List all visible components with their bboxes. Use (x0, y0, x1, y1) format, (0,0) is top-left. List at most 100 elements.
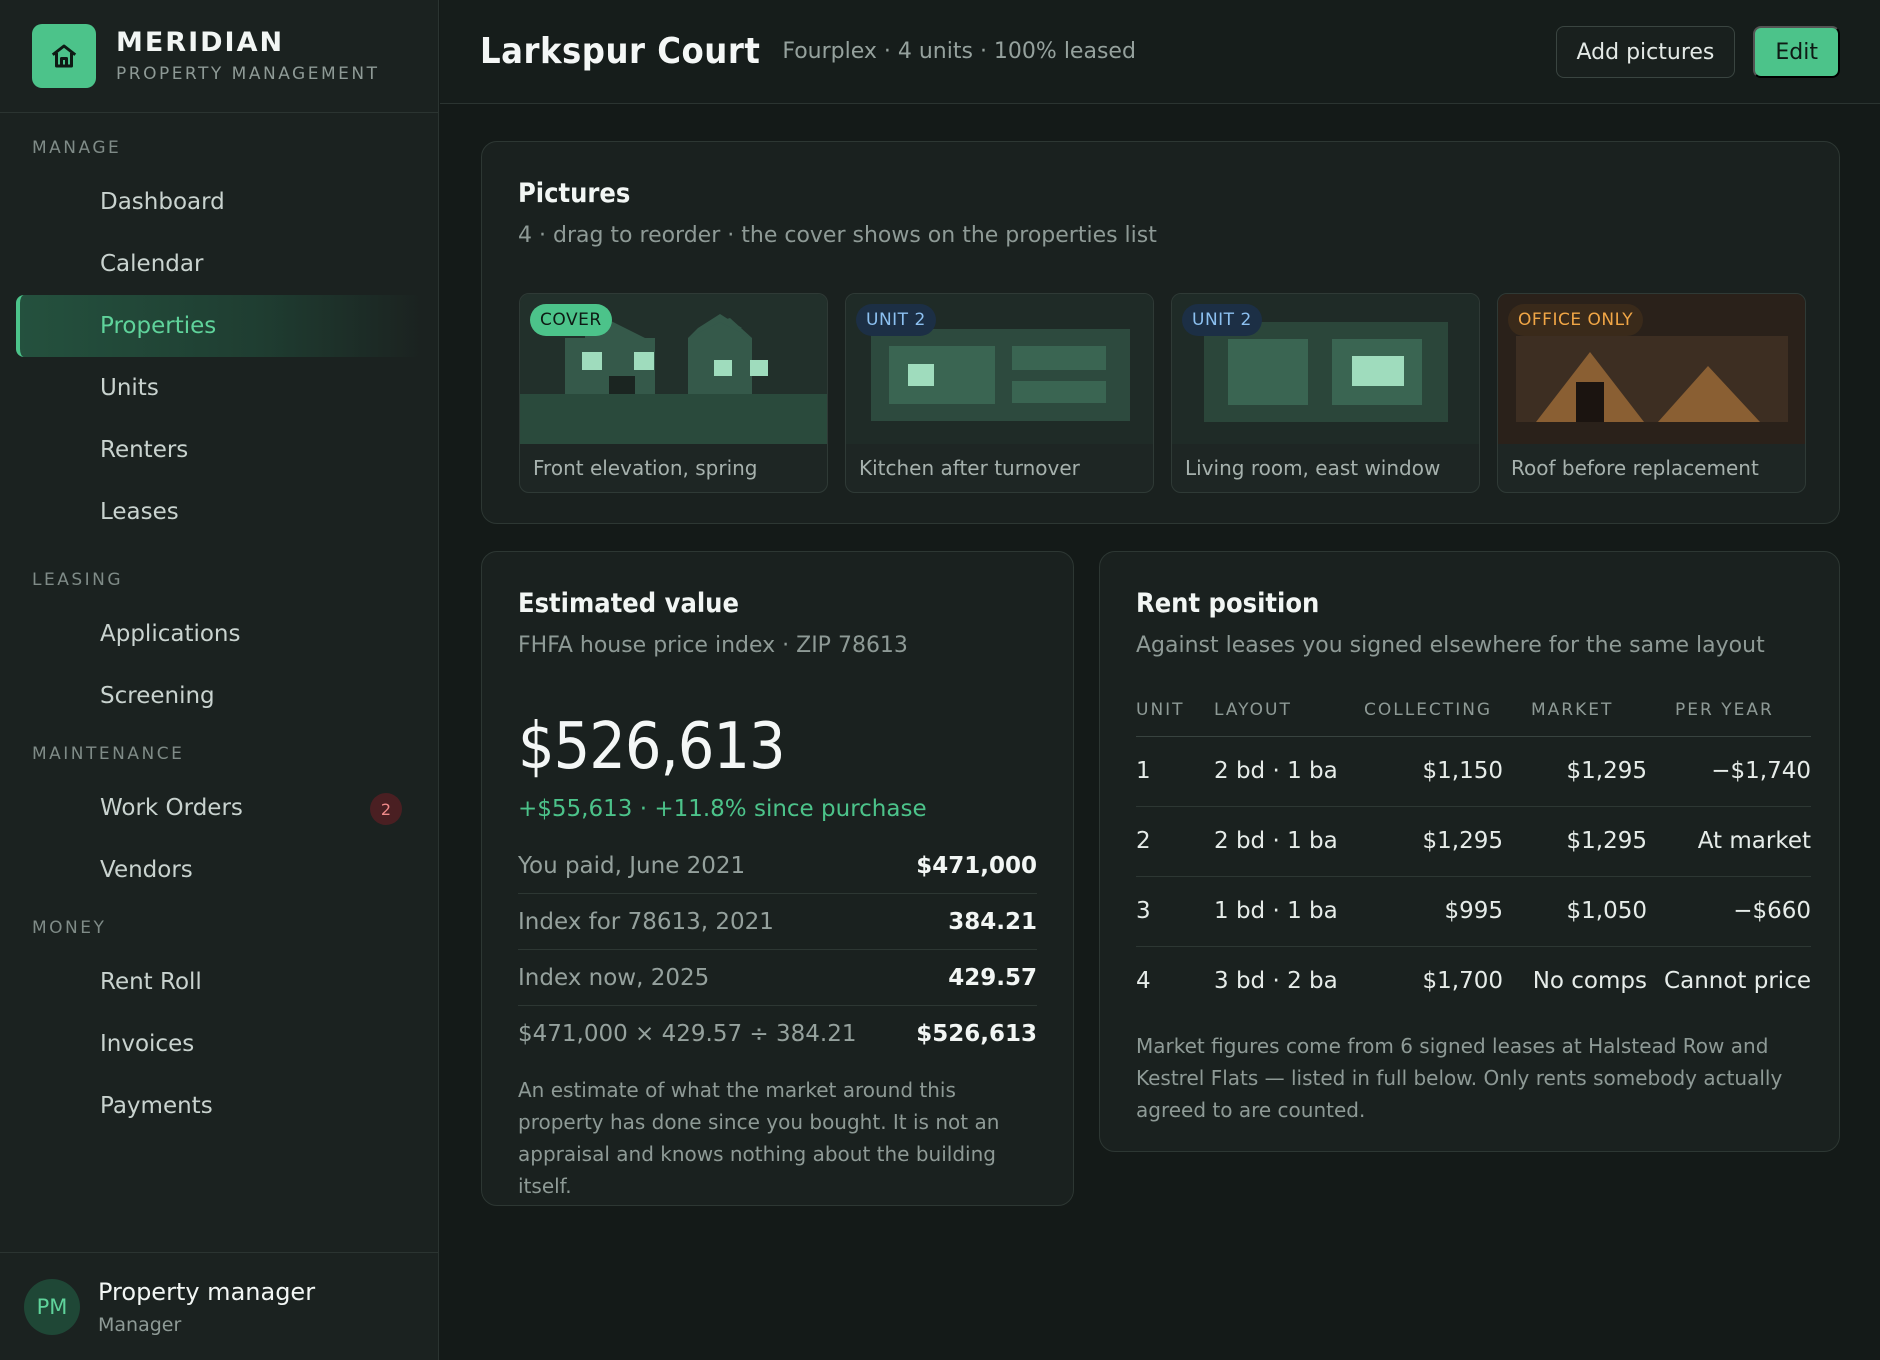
valuation-row: You paid, June 2021 $471,000 (518, 838, 1037, 894)
sidebar-item-leases[interactable]: Leases (16, 481, 422, 543)
brand: MERIDIAN PROPERTY MANAGEMENT (0, 0, 438, 113)
valuation-value: 384.21 (948, 908, 1037, 935)
sidebar-item-applications[interactable]: Applications (16, 603, 422, 665)
sidebar-item-properties[interactable]: Properties (16, 295, 422, 357)
sidebar-item-payments[interactable]: Payments (16, 1075, 422, 1137)
collecting-cell: $1,150 (1364, 736, 1503, 807)
column-header-market: MARKET (1503, 684, 1647, 737)
sidebar-item-vendors[interactable]: Vendors (16, 839, 422, 901)
nav-section-manage: MANAGE (32, 138, 122, 158)
picture-thumb[interactable]: OFFICE ONLY Roof before replacement (1497, 293, 1806, 493)
sidebar: MERIDIAN PROPERTY MANAGEMENT MANAGE Dash… (0, 0, 439, 1360)
picture-thumb[interactable]: COVER Front elevation, spring (519, 293, 828, 493)
unit-tag: UNIT 2 (1182, 304, 1262, 336)
sidebar-item-invoices[interactable]: Invoices (16, 1013, 422, 1075)
sidebar-item-units[interactable]: Units (16, 357, 422, 419)
valuation-label: $471,000 × 429.57 ÷ 384.21 (518, 1021, 857, 1047)
table-header-row: UNIT LAYOUT COLLECTING MARKET PER YEAR (1136, 684, 1811, 737)
estimated-value-amount: $526,613 (518, 710, 786, 784)
unit-cell: 2 (1136, 806, 1214, 877)
unit-cell: 3 (1136, 876, 1214, 947)
page-subtitle: Fourplex · 4 units · 100% leased (782, 39, 1136, 64)
edit-button[interactable]: Edit (1753, 26, 1840, 78)
sidebar-item-work-orders[interactable]: Work Orders 2 (16, 777, 422, 839)
market-cell: $1,295 (1503, 736, 1647, 807)
valuation-row: $471,000 × 429.57 ÷ 384.21 $526,613 (518, 1006, 1037, 1062)
picture-list: COVER Front elevation, spring UNIT 2 Kit… (519, 293, 1806, 493)
valuation-value: 429.57 (948, 964, 1037, 991)
layout-cell: 3 bd · 2 ba (1214, 968, 1338, 995)
sidebar-item-rent-roll[interactable]: Rent Roll (16, 951, 422, 1013)
valuation-label: Index for 78613, 2021 (518, 908, 774, 935)
layout-cell: 2 bd · 1 ba (1214, 806, 1364, 877)
column-header-unit: UNIT (1136, 684, 1214, 737)
work-orders-count-badge: 2 (370, 793, 402, 825)
collecting-cell: $1,700 (1422, 968, 1503, 995)
unit-cell: 4 (1136, 968, 1151, 995)
per-year-cell: −$660 (1647, 876, 1811, 947)
sidebar-item-calendar[interactable]: Calendar (16, 233, 422, 295)
sidebar-item-label: Work Orders (100, 795, 243, 821)
picture-thumb[interactable]: UNIT 2 Living room, east window (1171, 293, 1480, 493)
brand-subtitle: PROPERTY MANAGEMENT (116, 63, 380, 84)
user-profile[interactable]: PM Property manager Manager (0, 1252, 439, 1360)
market-cell: $1,295 (1503, 806, 1647, 877)
table-row[interactable]: 3 1 bd · 1 ba $995 $1,050 −$660 (1136, 876, 1811, 947)
picture-caption: Front elevation, spring (533, 456, 758, 480)
rent-position-subtitle: Against leases you signed elsewhere for … (1136, 633, 1765, 658)
nav-section-money: MONEY (32, 918, 107, 938)
estimated-value-title: Estimated value (518, 588, 739, 619)
sidebar-item-screening[interactable]: Screening (16, 665, 422, 727)
table-row[interactable]: 2 2 bd · 1 ba $1,295 $1,295 At market (1136, 806, 1811, 877)
table-row[interactable]: 1 2 bd · 1 ba $1,150 $1,295 −$1,740 (1136, 736, 1811, 807)
unit-tag: UNIT 2 (856, 304, 936, 336)
layout-cell: 2 bd · 1 ba (1214, 736, 1364, 807)
page-title: Larkspur Court (480, 31, 761, 72)
column-header-layout: LAYOUT (1214, 684, 1364, 737)
brand-name: MERIDIAN (116, 26, 285, 58)
avatar: PM (24, 1278, 80, 1335)
estimated-value-card: Estimated value FHFA house price index ·… (481, 551, 1074, 1206)
picture-thumb[interactable]: UNIT 2 Kitchen after turnover (845, 293, 1154, 493)
sidebar-nav: MANAGE Dashboard Calendar Properties Uni… (0, 113, 438, 1137)
user-name: Property manager (98, 1277, 316, 1306)
per-year-cell: At market (1647, 806, 1811, 877)
rent-note: Market figures come from 6 signed leases… (1136, 1034, 1783, 1122)
rent-table: UNIT LAYOUT COLLECTING MARKET PER YEAR 1… (1136, 684, 1811, 1016)
pictures-subtitle: 4 · drag to reorder · the cover shows on… (518, 223, 1157, 248)
valuation-label: Index now, 2025 (518, 964, 710, 991)
home-icon (51, 44, 77, 68)
sidebar-item-renters[interactable]: Renters (16, 419, 422, 481)
unit-cell: 1 (1136, 736, 1214, 807)
estimate-note: An estimate of what the market around th… (518, 1078, 1000, 1198)
page-header: Larkspur Court Fourplex · 4 units · 100%… (440, 0, 1880, 104)
column-header-per-year: PER YEAR (1647, 684, 1811, 737)
collecting-cell: $995 (1364, 876, 1503, 947)
sidebar-item-dashboard[interactable]: Dashboard (16, 171, 422, 233)
rent-position-card: Rent position Against leases you signed … (1099, 551, 1840, 1152)
collecting-cell: $1,295 (1364, 806, 1503, 877)
per-year-cell: −$1,740 (1647, 736, 1811, 807)
table-row[interactable]: 4 3 bd · 2 ba $1,700 No comps Cannot pri… (1136, 946, 1811, 1016)
brand-logo[interactable] (32, 24, 96, 88)
estimated-value-subtitle: FHFA house price index · ZIP 78613 (518, 633, 908, 658)
valuation-row: Index for 78613, 2021 384.21 (518, 894, 1037, 950)
nav-section-maintenance: MAINTENANCE (32, 744, 185, 764)
valuation-breakdown: You paid, June 2021 $471,000 Index for 7… (518, 838, 1037, 1062)
picture-caption: Kitchen after turnover (859, 456, 1080, 480)
nav-section-leasing: LEASING (32, 570, 124, 590)
pictures-card: Pictures 4 · drag to reorder · the cover… (481, 141, 1840, 524)
valuation-row: Index now, 2025 429.57 (518, 950, 1037, 1006)
market-cell: No comps (1532, 968, 1647, 995)
layout-cell: 1 bd · 1 ba (1214, 876, 1364, 947)
per-year-cell: Cannot price (1664, 968, 1811, 995)
office-only-tag: OFFICE ONLY (1508, 304, 1644, 336)
column-header-collecting: COLLECTING (1364, 684, 1503, 737)
add-pictures-button[interactable]: Add pictures (1555, 26, 1736, 78)
market-cell: $1,050 (1503, 876, 1647, 947)
pictures-title: Pictures (518, 178, 631, 209)
valuation-value: $471,000 (916, 852, 1037, 879)
valuation-label: You paid, June 2021 (518, 852, 746, 879)
picture-caption: Roof before replacement (1511, 456, 1759, 480)
valuation-value: $526,613 (916, 1021, 1037, 1047)
